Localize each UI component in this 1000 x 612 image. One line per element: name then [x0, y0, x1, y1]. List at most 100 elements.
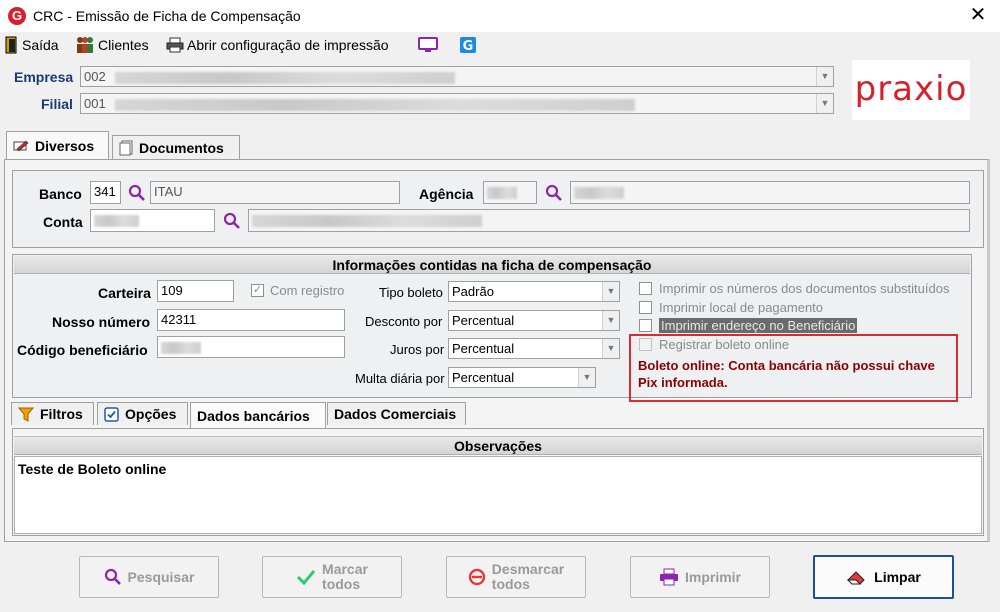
- redacted-agencia-name: [574, 186, 624, 199]
- pesquisar-label: Pesquisar: [127, 569, 195, 585]
- chevron-down-icon[interactable]: ▼: [816, 67, 833, 86]
- tab-diversos[interactable]: Diversos: [6, 131, 109, 159]
- agencia-field[interactable]: [483, 181, 537, 204]
- marcar-line1: Marcar: [322, 561, 368, 577]
- eraser-icon: [846, 571, 865, 585]
- exit-door-icon: [5, 36, 17, 54]
- multa-label: Multa diária por: [355, 371, 445, 386]
- close-icon[interactable]: ✕: [966, 3, 990, 27]
- desmarcar-todos-label: Desmarcar todos: [492, 562, 564, 592]
- multa-value: Percentual: [452, 370, 515, 385]
- opt-imprimir-local-label: Imprimir local de pagamento: [659, 300, 824, 315]
- filial-select[interactable]: 001 ▼: [80, 93, 834, 114]
- com-registro-checkbox[interactable]: ✓ Com registro: [251, 283, 344, 298]
- clients-button[interactable]: Clientes: [75, 34, 149, 56]
- desconto-select[interactable]: Percentual ▼: [448, 310, 620, 331]
- checkbox-checked-icon: ✓: [251, 284, 264, 297]
- monitor-button[interactable]: [418, 34, 438, 56]
- checkbox-icon: [639, 319, 652, 332]
- imprimir-label: Imprimir: [684, 569, 741, 585]
- checkbox-icon: [639, 301, 652, 314]
- print-config-label: Abrir configuração de impressão: [187, 37, 389, 53]
- logo-text: praxio: [854, 69, 968, 109]
- banco-name-field: ITAU: [150, 181, 400, 204]
- company-logo: praxio: [852, 60, 970, 120]
- pesquisar-button[interactable]: Pesquisar: [79, 556, 219, 598]
- codigo-beneficiario-field[interactable]: [157, 336, 345, 358]
- tab-dados-bancarios[interactable]: Dados bancários: [190, 402, 326, 428]
- carteira-field[interactable]: 109: [157, 280, 234, 302]
- printer-icon: [166, 37, 184, 53]
- multa-select[interactable]: Percentual ▼: [448, 367, 596, 388]
- codigo-beneficiario-label: Código beneficiário: [17, 342, 148, 358]
- desconto-value: Percentual: [452, 313, 515, 328]
- limpar-button[interactable]: Limpar: [813, 555, 954, 599]
- marcar-line2: todos: [322, 576, 361, 592]
- chevron-down-icon[interactable]: ▼: [602, 282, 619, 301]
- tab-dados-bancarios-label: Dados bancários: [197, 407, 310, 424]
- banco-code-field[interactable]: 341: [90, 181, 121, 204]
- desmarcar-line2: todos: [491, 576, 530, 592]
- filial-label: Filial: [41, 96, 73, 112]
- tab-opcoes-label: Opções: [125, 406, 177, 422]
- opt-imprimir-numeros[interactable]: Imprimir os números dos documentos subst…: [639, 281, 949, 296]
- window-title: CRC - Emissão de Ficha de Compensação: [33, 8, 301, 24]
- observacoes-textarea[interactable]: Teste de Boleto online: [14, 456, 982, 534]
- limpar-label: Limpar: [874, 569, 921, 585]
- chevron-down-icon[interactable]: ▼: [602, 311, 619, 330]
- marcar-todos-button[interactable]: Marcar todos: [262, 556, 402, 598]
- tab-dados-comerciais[interactable]: Dados Comerciais: [327, 402, 466, 425]
- users-icon: [77, 37, 93, 53]
- com-registro-label: Com registro: [270, 283, 345, 298]
- search-icon: [104, 568, 121, 585]
- chevron-down-icon[interactable]: ▼: [602, 339, 619, 358]
- printer-icon: [659, 568, 678, 586]
- juros-select[interactable]: Percentual ▼: [448, 338, 620, 359]
- nosso-numero-field[interactable]: 42311: [157, 309, 345, 331]
- tab-filtros-label: Filtros: [40, 406, 83, 422]
- carteira-label: Carteira: [98, 285, 151, 301]
- conta-field[interactable]: [90, 209, 215, 232]
- exit-button[interactable]: Saída: [5, 34, 59, 56]
- desmarcar-todos-button[interactable]: Desmarcar todos: [446, 556, 586, 598]
- pix-warning-message: Boleto online: Conta bancária não possui…: [638, 358, 935, 390]
- print-config-button[interactable]: Abrir configuração de impressão: [166, 34, 389, 56]
- checkmark-icon: [296, 570, 316, 586]
- redacted-codigo: [161, 341, 201, 354]
- globus-button[interactable]: G: [459, 34, 477, 56]
- opt-imprimir-endereco-label: Imprimir endereço no Beneficiário: [659, 318, 858, 333]
- redacted-agencia: [487, 186, 517, 199]
- tab-dados-comerciais-label: Dados Comerciais: [334, 406, 457, 422]
- tipo-boleto-value: Padrão: [452, 284, 494, 299]
- chevron-down-icon[interactable]: ▼: [578, 368, 595, 387]
- empresa-label: Empresa: [14, 69, 74, 85]
- app-logo-icon: G: [8, 7, 26, 25]
- redacted-conta-name: [252, 214, 482, 227]
- edit-pencil-icon: [13, 140, 29, 151]
- conta-search-icon[interactable]: [223, 212, 241, 230]
- tipo-boleto-label: Tipo boleto: [379, 285, 443, 300]
- redacted-conta: [94, 214, 139, 227]
- empresa-select[interactable]: 002 ▼: [80, 66, 834, 87]
- clients-label: Clientes: [98, 37, 149, 53]
- conta-name-field: [248, 209, 970, 232]
- banco-search-icon[interactable]: [128, 184, 146, 202]
- tab-filtros[interactable]: Filtros: [11, 402, 94, 425]
- checkbox-checked-icon: [104, 406, 119, 422]
- opt-imprimir-local[interactable]: Imprimir local de pagamento: [639, 300, 823, 315]
- exit-label: Saída: [22, 37, 59, 53]
- redacted-empresa-name: [115, 71, 456, 84]
- agencia-search-icon[interactable]: [545, 184, 563, 202]
- observacoes-title: Observações: [14, 436, 982, 455]
- tipo-boleto-select[interactable]: Padrão ▼: [448, 281, 620, 302]
- opt-imprimir-endereco[interactable]: Imprimir endereço no Beneficiário: [639, 318, 858, 333]
- desconto-label: Desconto por: [365, 314, 443, 329]
- tab-opcoes[interactable]: Opções: [97, 402, 188, 425]
- prohibited-icon: [468, 568, 485, 586]
- agencia-name-field: [570, 181, 970, 204]
- globus-g-icon: G: [460, 37, 476, 54]
- tab-documentos[interactable]: Documentos: [112, 135, 240, 159]
- imprimir-button[interactable]: Imprimir: [630, 556, 770, 598]
- conta-label: Conta: [43, 214, 83, 230]
- chevron-down-icon[interactable]: ▼: [816, 94, 833, 113]
